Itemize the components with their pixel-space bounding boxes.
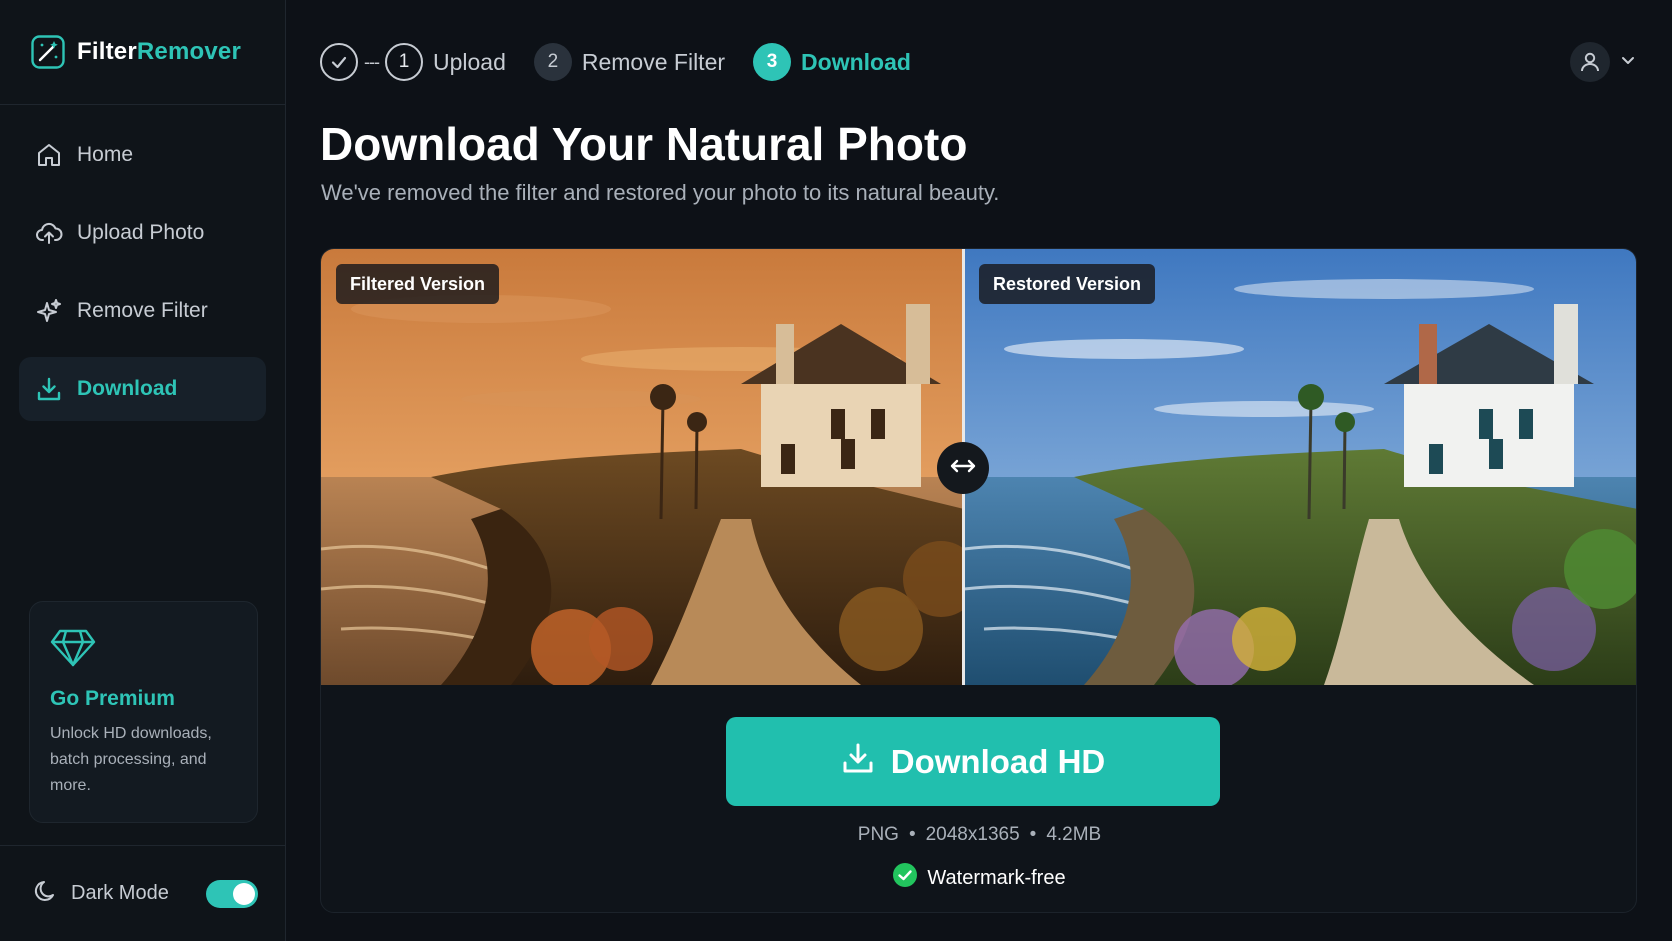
download-hd-button[interactable]: Download HD: [726, 717, 1220, 806]
sidebar-item-label: Upload Photo: [77, 221, 205, 244]
step-label: Upload: [432, 48, 506, 75]
brand-name: FilterRemover: [77, 38, 241, 66]
separator: •: [1029, 824, 1037, 845]
watermark-free-note: Watermark-free: [321, 863, 1636, 893]
watermark-free-label: Watermark-free: [927, 866, 1066, 889]
restored-photo: [964, 249, 1636, 685]
filtered-photo: [321, 249, 964, 685]
magic-wand-logo-icon: [31, 35, 65, 69]
step-complete-check-icon: [320, 43, 358, 81]
sidebar-item-label: Remove Filter: [77, 299, 208, 322]
page-title: Download Your Natural Photo: [320, 118, 968, 170]
sidebar-item-upload-photo[interactable]: Upload Photo: [19, 201, 266, 265]
left-right-arrows-icon: [949, 458, 977, 479]
download-hd-label: Download HD: [890, 742, 1106, 780]
sidebar-item-remove-filter[interactable]: Remove Filter: [19, 279, 266, 343]
step-number: 1: [384, 43, 423, 81]
diamond-icon: [50, 629, 96, 672]
chevron-down-icon[interactable]: [1620, 52, 1636, 73]
filtered-version-label: Filtered Version: [336, 264, 500, 304]
check-circle-icon: [893, 863, 918, 893]
file-info: PNG • 2048x1365 • 4.2MB: [321, 824, 1636, 846]
step-download[interactable]: 3 Download: [753, 43, 911, 81]
cloud-upload-icon: [35, 219, 63, 247]
sidebar-item-label: Home: [77, 143, 134, 166]
moon-icon: [33, 878, 59, 910]
file-dimensions: 2048x1365: [925, 824, 1020, 845]
brand-name-part1: Filter: [77, 38, 137, 65]
sidebar-item-home[interactable]: Home: [19, 123, 266, 187]
sidebar: FilterRemover Home Upload Photo Remove F…: [0, 0, 286, 941]
download-icon: [35, 375, 63, 403]
step-remove-filter[interactable]: 2 Remove Filter: [533, 43, 726, 81]
restored-version-label: Restored Version: [979, 264, 1156, 304]
user-avatar-icon[interactable]: [1570, 42, 1610, 82]
dark-mode-label: Dark Mode: [71, 882, 169, 904]
premium-card[interactable]: Go Premium Unlock HD downloads, batch pr…: [29, 601, 258, 823]
step-number: 2: [533, 43, 572, 81]
page-subtitle: We've removed the filter and restored yo…: [321, 180, 1000, 205]
toggle-knob: [232, 882, 255, 905]
separator: •: [908, 824, 916, 845]
download-icon: [841, 741, 875, 783]
file-format: PNG: [857, 824, 899, 845]
premium-description: Unlock HD downloads, batch processing, a…: [50, 725, 212, 794]
download-card: Filtered Version Restored Version Downlo…: [320, 248, 1637, 913]
sidebar-item-download[interactable]: Download: [19, 357, 266, 421]
progress-stepper: --- 1 Upload 2 Remove Filter 3 Download: [320, 42, 939, 82]
dark-mode-toggle[interactable]: [205, 879, 258, 908]
brand[interactable]: FilterRemover: [0, 0, 285, 105]
before-after-comparison[interactable]: Filtered Version Restored Version: [321, 249, 1636, 685]
step-number: 3: [753, 43, 792, 81]
file-size: 4.2MB: [1046, 824, 1102, 845]
dark-mode-row: Dark Mode: [0, 845, 286, 941]
sparkles-icon: [35, 297, 63, 325]
step-upload[interactable]: 1 Upload: [384, 43, 506, 81]
sidebar-item-label: Download: [77, 377, 178, 400]
step-connector: ---: [364, 51, 380, 72]
step-label: Remove Filter: [581, 48, 726, 75]
brand-name-part2: Remover: [136, 38, 242, 65]
comparison-slider-handle[interactable]: [937, 442, 989, 494]
premium-title: Go Premium: [50, 687, 175, 710]
step-label: Download: [801, 48, 911, 75]
sidebar-nav: Home Upload Photo Remove Filter Download: [0, 105, 285, 421]
home-icon: [35, 141, 63, 169]
account-menu[interactable]: [1570, 42, 1636, 82]
